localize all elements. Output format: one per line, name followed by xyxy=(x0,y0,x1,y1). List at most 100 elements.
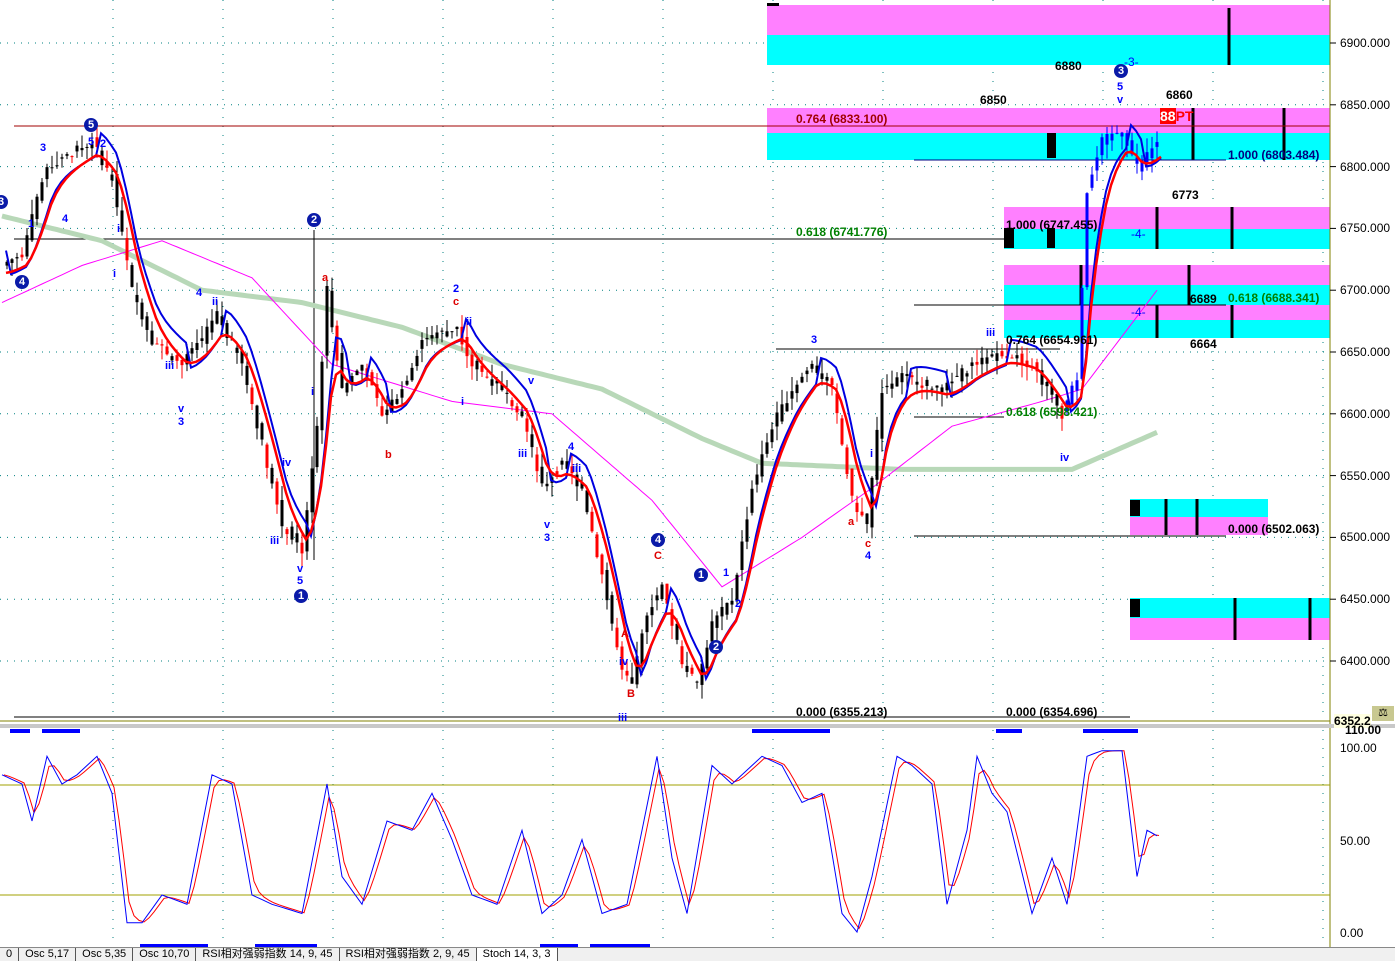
price-candle xyxy=(80,147,84,151)
price-candle xyxy=(150,330,154,345)
price-candle xyxy=(1155,142,1159,147)
price-candle xyxy=(695,681,699,683)
price-candle xyxy=(820,373,824,379)
price-candle xyxy=(720,606,724,617)
price-candle xyxy=(1115,132,1119,134)
level-label: 6850 xyxy=(980,93,1007,107)
price-candle xyxy=(15,257,19,259)
level-label: 6664 xyxy=(1190,337,1217,351)
price-candle xyxy=(855,502,859,513)
price-candle xyxy=(750,488,754,513)
wave-circle-2: 2 xyxy=(709,640,723,654)
wave-marker: -4- xyxy=(1131,305,1146,319)
price-candle xyxy=(875,429,879,480)
price-candle xyxy=(775,412,779,427)
wave-label: c xyxy=(865,538,872,550)
wave-label: c xyxy=(453,296,460,308)
price-candle xyxy=(380,406,384,416)
price-candle xyxy=(690,667,694,674)
indicator-tab[interactable]: RSI相对强弱指数 2, 9, 45 xyxy=(340,948,477,961)
wave-label: 4 xyxy=(568,441,575,453)
wave-label: iii xyxy=(270,535,280,547)
price-candle xyxy=(395,398,399,404)
indicator-tab[interactable]: RSI相对强弱指数 14, 9, 45 xyxy=(196,948,340,961)
price-tick-label: 6800.000 xyxy=(1340,159,1391,174)
indicator-tab[interactable]: Osc 5,35 xyxy=(76,948,134,961)
price-candle xyxy=(640,633,644,666)
price-candle xyxy=(525,418,529,432)
price-candle xyxy=(865,513,869,525)
price-candle xyxy=(745,519,749,542)
price-candle xyxy=(1090,174,1094,188)
price-candle xyxy=(200,338,204,341)
price-candle xyxy=(600,554,604,575)
price-candle xyxy=(75,145,79,152)
wave-marker: -4- xyxy=(1131,227,1146,241)
price-candle xyxy=(765,442,769,454)
price-candle xyxy=(790,391,794,399)
price-candle xyxy=(885,385,889,388)
target-zones xyxy=(767,5,1330,640)
wave-label: iii xyxy=(518,448,528,460)
chart-canvas[interactable] xyxy=(0,0,1395,947)
price-candle xyxy=(780,404,784,422)
price-candle xyxy=(45,167,49,180)
price-candle xyxy=(505,392,509,394)
wave-label: 2 xyxy=(100,138,107,150)
price-candle xyxy=(900,373,904,383)
wave-circle-1: 1 xyxy=(694,568,708,582)
price-candle xyxy=(250,387,254,405)
price-candle xyxy=(955,375,959,377)
price-candle xyxy=(265,444,269,468)
indicator-tab[interactable]: Osc 5,17 xyxy=(19,948,77,961)
indicator-tabs: 0 Osc 5,17 Osc 5,35 Osc 10,70 RSI相对强弱指数 14, … xyxy=(0,947,1395,961)
indicator-tab[interactable]: 0 xyxy=(0,948,20,961)
wave-label: 5 xyxy=(297,575,304,587)
price-candle xyxy=(410,367,414,381)
scale-icon[interactable]: ⚖ xyxy=(1372,706,1394,721)
price-candle xyxy=(255,405,259,429)
price-candle xyxy=(205,326,209,344)
wave-label: v xyxy=(528,375,535,387)
price-candle xyxy=(65,154,69,156)
price-target-text: PT xyxy=(1175,108,1194,124)
wave-circle-3: 3 xyxy=(0,195,8,209)
indicator-tab[interactable]: Osc 10,70 xyxy=(133,948,197,961)
wave-label: 3 xyxy=(178,416,185,428)
price-tick-label: 6600.000 xyxy=(1340,406,1391,421)
price-candle xyxy=(785,403,789,412)
fib-label: 0.000 (6354.696) xyxy=(1006,705,1098,719)
osc-top-label: 110.00 xyxy=(1345,723,1382,737)
indicator-tab[interactable]: Stoch 14, 3, 3 xyxy=(476,948,558,961)
price-tick-label: 6500.000 xyxy=(1340,530,1391,545)
fib-label: 0.000 (6355.213) xyxy=(796,705,888,719)
price-candle xyxy=(155,343,159,345)
price-tick-label: 6750.000 xyxy=(1340,221,1391,236)
stoch-k-line xyxy=(1,750,1158,934)
wave-label: v xyxy=(1117,94,1124,106)
price-candle xyxy=(120,210,124,232)
wave-circle-1: 1 xyxy=(294,589,308,603)
price-candle xyxy=(1100,137,1104,156)
price-candle xyxy=(605,569,609,601)
price-candle xyxy=(860,511,864,516)
price-candle xyxy=(475,360,479,370)
wave-label: 5 xyxy=(1117,81,1124,93)
wave-label: 2 xyxy=(735,598,742,610)
price-candle xyxy=(655,595,659,601)
price-candle xyxy=(430,335,434,339)
price-candle xyxy=(585,490,589,513)
wave-circle-4: 4 xyxy=(15,275,29,289)
price-candle xyxy=(995,353,999,361)
price-candle xyxy=(965,373,969,377)
fib-label: 0.618 (6688.341) xyxy=(1228,291,1320,305)
price-candle xyxy=(210,320,214,333)
price-candle xyxy=(845,447,849,474)
wave-label: 1 xyxy=(28,218,35,230)
price-candle xyxy=(20,254,24,258)
wave-label: a xyxy=(322,272,329,284)
wave-label: iv xyxy=(282,457,292,469)
price-candle xyxy=(125,237,129,261)
wave-label: 4 xyxy=(196,287,203,299)
price-candle xyxy=(935,385,939,388)
